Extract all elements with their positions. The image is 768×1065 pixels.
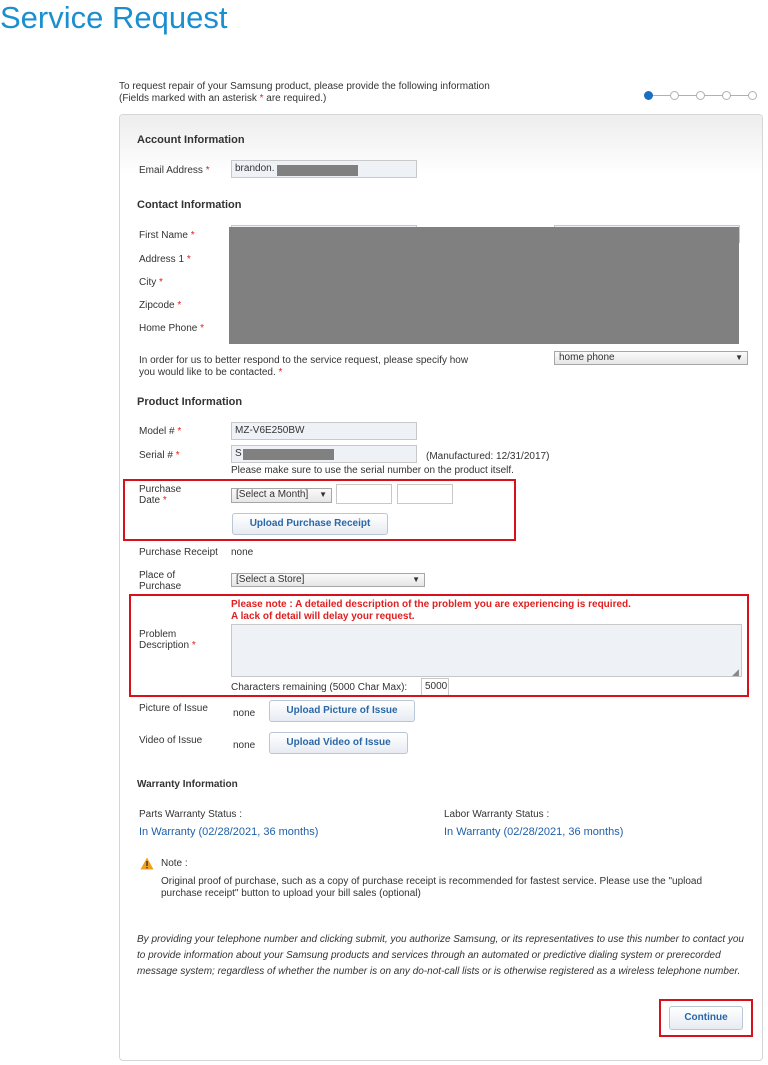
first-name-label: First Name * bbox=[139, 230, 195, 241]
contact-method-select[interactable]: home phone ▼ bbox=[554, 351, 748, 365]
service-form-panel: Account Information Email Address * bran… bbox=[119, 114, 763, 1061]
labor-warranty-status: In Warranty (02/28/2021, 36 months) bbox=[444, 826, 624, 838]
intro-line-2: (Fields marked with an asterisk * are re… bbox=[119, 93, 327, 104]
store-select[interactable]: [Select a Store] ▼ bbox=[231, 573, 425, 587]
intro-text: To request repair of your Samsung produc… bbox=[119, 81, 490, 105]
chevron-down-icon: ▼ bbox=[412, 575, 420, 584]
page-title: Service Request bbox=[0, 0, 228, 35]
upload-video-button[interactable]: Upload Video of Issue bbox=[269, 732, 408, 754]
contact-pref-text: In order for us to better respond to the… bbox=[139, 355, 469, 378]
account-heading: Account Information bbox=[137, 134, 245, 146]
redacted-email bbox=[277, 165, 358, 176]
home-phone-label: Home Phone * bbox=[139, 323, 205, 334]
purchase-date-highlight bbox=[123, 479, 516, 541]
serial-label: Serial # * bbox=[139, 450, 180, 461]
zipcode-label: Zipcode * bbox=[139, 300, 182, 311]
step-2-dot bbox=[670, 91, 679, 100]
purchase-receipt-value: none bbox=[231, 547, 254, 558]
serial-note: Please make sure to use the serial numbe… bbox=[231, 465, 514, 476]
progress-steps bbox=[642, 89, 760, 103]
parts-warranty-status: In Warranty (02/28/2021, 36 months) bbox=[139, 826, 319, 838]
step-3-dot bbox=[696, 91, 705, 100]
chevron-down-icon: ▼ bbox=[735, 353, 743, 362]
video-of-issue-value: none bbox=[233, 740, 256, 751]
intro-line-1: To request repair of your Samsung produc… bbox=[119, 81, 490, 92]
continue-highlight bbox=[659, 999, 753, 1037]
labor-warranty-label: Labor Warranty Status : bbox=[444, 809, 550, 820]
parts-warranty-label: Parts Warranty Status : bbox=[139, 809, 242, 820]
picture-of-issue-label: Picture of Issue bbox=[139, 703, 208, 714]
model-label: Model # * bbox=[139, 426, 182, 437]
note-title: Note : bbox=[161, 858, 188, 869]
picture-of-issue-value: none bbox=[233, 708, 256, 719]
tcpa-disclaimer: By providing your telephone number and c… bbox=[137, 934, 744, 977]
contact-heading: Contact Information bbox=[137, 199, 242, 211]
address1-label: Address 1 * bbox=[139, 254, 191, 265]
warning-icon bbox=[140, 857, 154, 870]
redacted-contact-info bbox=[229, 227, 739, 344]
city-label: City * bbox=[139, 277, 163, 288]
manufactured-date: (Manufactured: 12/31/2017) bbox=[426, 451, 550, 462]
redacted-serial bbox=[243, 449, 334, 460]
product-heading: Product Information bbox=[137, 396, 243, 408]
purchase-receipt-label: Purchase Receipt bbox=[139, 547, 218, 558]
step-1-dot bbox=[644, 91, 653, 100]
problem-description-highlight bbox=[129, 594, 749, 697]
place-of-purchase-label: Place of Purchase bbox=[139, 570, 182, 592]
model-field[interactable]: MZ-V6E250BW bbox=[231, 422, 417, 440]
upload-picture-button[interactable]: Upload Picture of Issue bbox=[269, 700, 415, 722]
step-4-dot bbox=[722, 91, 731, 100]
email-label: Email Address * bbox=[139, 165, 210, 176]
step-5-dot bbox=[748, 91, 757, 100]
warranty-heading: Warranty Information bbox=[137, 779, 238, 790]
video-of-issue-label: Video of Issue bbox=[139, 735, 203, 746]
note-text: Original proof of purchase, such as a co… bbox=[161, 876, 703, 899]
